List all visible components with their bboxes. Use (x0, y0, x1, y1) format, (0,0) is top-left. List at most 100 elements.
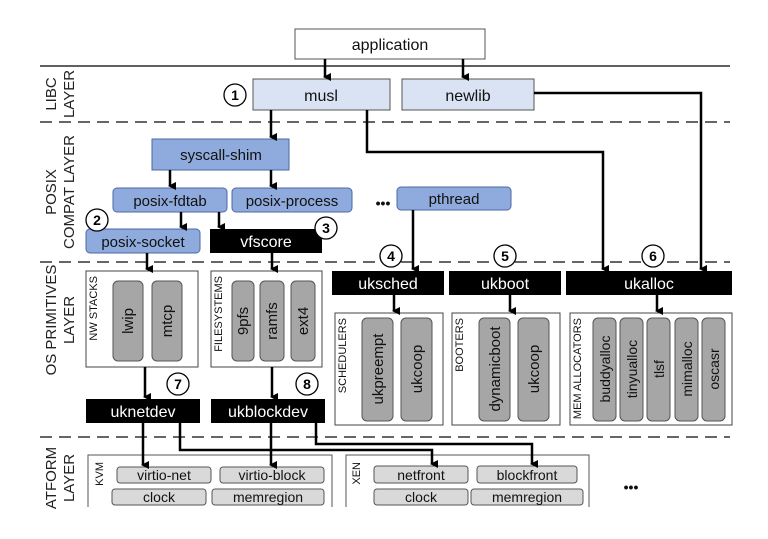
layer-label-line2: LAYER (61, 296, 78, 344)
marker-6: 6 (641, 244, 665, 268)
marker-2: 2 (85, 208, 109, 232)
layer-label-line2: LAYER (61, 70, 78, 118)
ext4-label: ext4 (295, 307, 312, 335)
blockfront-box: blockfront (476, 465, 578, 484)
application-box: application (294, 28, 486, 60)
svg-text:2: 2 (93, 212, 101, 228)
kvm-title: KVM (94, 462, 106, 486)
virtio-net-box: virtio-net (116, 466, 212, 484)
vfscore-label: vfscore (240, 234, 292, 251)
posix-fdtab-label: posix-fdtab (133, 193, 206, 210)
layer-label-line1: ATFORM (43, 447, 60, 509)
ukcoop-boot-box: ukcoop (517, 317, 550, 422)
marker-4: 4 (379, 244, 403, 268)
ukblockdev-label: ukblockdev (228, 404, 308, 421)
netfront-label: netfront (397, 467, 445, 483)
ukalloc-box: ukalloc (566, 271, 732, 295)
layer-label-libc: LIBC LAYER (43, 70, 78, 118)
marker-1: 1 (223, 83, 247, 107)
svg-text:6: 6 (649, 248, 657, 264)
allocators-title: MEM ALLOCATORS (572, 318, 584, 419)
tinyualloc-box: tinyualloc (619, 317, 644, 422)
memregion-xen-box: memregion (470, 488, 584, 506)
clock-label: clock (405, 489, 438, 505)
buddyalloc-box: buddyalloc (592, 317, 617, 422)
clock-label: clock (143, 489, 176, 505)
buddyalloc-label: buddyalloc (597, 336, 613, 403)
ukalloc-label: ukalloc (624, 276, 674, 293)
virtio-net-label: virtio-net (137, 467, 191, 483)
ukboot-label: ukboot (481, 276, 530, 293)
booters-group: BOOTERS dynamicboot ukcoop (451, 312, 561, 426)
schedulers-title: SCHEDULERS (337, 318, 349, 393)
arrow-newlib-ukalloc (534, 91, 707, 273)
marker-3: 3 (314, 216, 338, 240)
clock-xen-box: clock (373, 488, 469, 506)
layer-label-line2: LAYER (61, 454, 78, 502)
virtio-block-box: virtio-block (219, 466, 325, 484)
layer-label-os: OS PRIMITIVES LAYER (43, 265, 78, 376)
layer-label-posix: POSIX COMPAT LAYER (43, 135, 78, 249)
lwip-box: lwip (112, 280, 144, 362)
layer-label-line1: POSIX (43, 169, 60, 215)
posix-ellipsis: ••• (376, 195, 391, 211)
uknetdev-box: uknetdev (86, 399, 200, 423)
uksched-box: uksched (332, 271, 444, 295)
mtcp-box: mtcp (151, 280, 183, 362)
mem-allocators-group: MEM ALLOCATORS buddyalloc tinyualloc tls… (569, 312, 733, 426)
svg-text:4: 4 (387, 248, 395, 264)
svg-text:8: 8 (303, 376, 311, 392)
filesystems-group: FILESYSTEMS 9pfs ramfs ext4 (210, 270, 323, 368)
memregion-label: memregion (492, 489, 562, 505)
9pfs-box: 9pfs (231, 280, 255, 362)
svg-text:3: 3 (322, 220, 330, 236)
clock-kvm-box: clock (111, 488, 207, 506)
svg-text:1: 1 (231, 87, 239, 103)
pthread-label: pthread (429, 191, 480, 208)
ramfs-label: ramfs (264, 302, 281, 340)
uknetdev-label: uknetdev (111, 404, 176, 421)
tinyualloc-label: tinyualloc (624, 340, 640, 398)
kvm-group: KVM virtio-net virtio-block clock memreg… (87, 454, 333, 507)
syscall-shim-label: syscall-shim (180, 147, 262, 164)
syscall-shim-box: syscall-shim (151, 138, 290, 171)
musl-box: musl (252, 78, 391, 111)
posix-socket-box: posix-socket (85, 228, 201, 254)
pthread-box: pthread (396, 186, 512, 211)
schedulers-group: SCHEDULERS ukpreempt ukcoop (334, 312, 444, 426)
nw-stacks-title: NW STACKS (88, 276, 100, 341)
application-label: application (352, 37, 429, 54)
ramfs-box: ramfs (259, 280, 285, 362)
mimalloc-box: mimalloc (674, 317, 699, 422)
lwip-label: lwip (120, 308, 137, 334)
blockfront-label: blockfront (497, 467, 558, 483)
memregion-kvm-box: memregion (211, 488, 325, 506)
memregion-label: memregion (233, 489, 303, 505)
ukboot-box: ukboot (449, 271, 561, 295)
svg-text:7: 7 (174, 376, 182, 392)
tlsf-box: tlsf (646, 317, 671, 422)
ukpreempt-label: ukpreempt (370, 333, 387, 405)
marker-8: 8 (295, 372, 319, 396)
uksched-label: uksched (358, 276, 418, 293)
xen-title: XEN (351, 462, 363, 485)
newlib-label: newlib (445, 88, 490, 105)
layer-label-line1: LIBC (43, 77, 60, 111)
oscasr-box: oscasr (701, 317, 726, 422)
layer-label-line2: COMPAT LAYER (61, 135, 78, 249)
layer-label-line1: OS PRIMITIVES (43, 265, 60, 376)
platform-ellipsis: ••• (624, 479, 639, 495)
newlib-box: newlib (401, 78, 535, 111)
posix-socket-label: posix-socket (101, 234, 185, 251)
ext4-box: ext4 (290, 280, 316, 362)
netfront-box: netfront (373, 465, 469, 484)
posix-process-label: posix-process (246, 193, 339, 210)
ukcoop-label: ukcoop (409, 345, 426, 393)
ukblockdev-box: ukblockdev (211, 399, 325, 423)
9pfs-label: 9pfs (235, 307, 252, 335)
marker-7: 7 (166, 372, 190, 396)
layer-label-platform: ATFORM LAYER (43, 447, 78, 509)
oscasr-label: oscasr (706, 348, 722, 390)
dynamicboot-label: dynamicboot (487, 326, 504, 412)
mtcp-label: mtcp (159, 305, 176, 338)
